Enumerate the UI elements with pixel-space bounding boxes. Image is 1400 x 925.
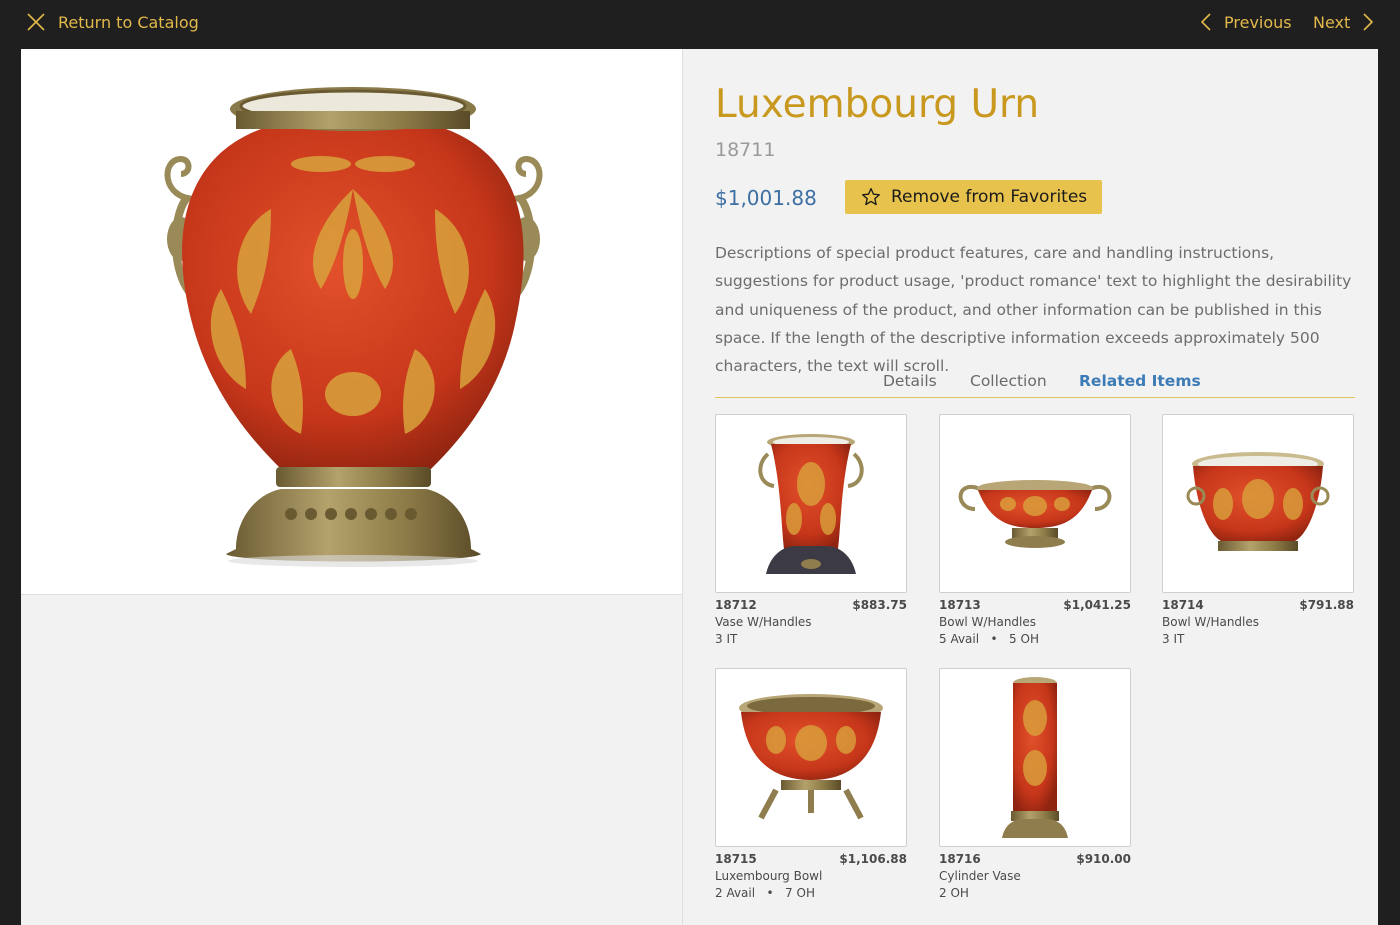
related-item-sku: 18714	[1162, 598, 1204, 612]
related-item-stock: 5 Avail • 5 OH	[939, 632, 1039, 646]
related-item-meta: 18713 $1,041.25 Bowl W/Handles 5 Avail •…	[939, 598, 1131, 650]
related-item-name: Vase W/Handles	[715, 615, 812, 629]
related-item-card[interactable]: 18714 $791.88 Bowl W/Handles 3 IT	[1162, 414, 1354, 650]
related-item-card[interactable]: 18713 $1,041.25 Bowl W/Handles 5 Avail •…	[939, 414, 1131, 650]
related-item-price: $791.88	[1299, 598, 1354, 612]
related-item-stock: 3 IT	[715, 632, 738, 646]
related-item-sku: 18716	[939, 852, 981, 866]
related-item-card[interactable]: 18716 $910.00 Cylinder Vase 2 OH	[939, 668, 1131, 904]
product-description: Descriptions of special product features…	[715, 244, 1352, 376]
tall-vase-image	[758, 433, 864, 574]
product-sku: 18711	[715, 139, 776, 161]
panel-divider	[682, 49, 683, 925]
chevron-left-icon	[1200, 13, 1211, 31]
related-item-price: $883.75	[852, 598, 907, 612]
favorite-button-label: Remove from Favorites	[891, 187, 1088, 207]
product-detail-panel: Luxembourg Urn 18711 $1,001.88 Remove fr…	[21, 49, 1378, 925]
related-item-name: Bowl W/Handles	[939, 615, 1037, 629]
related-item-image[interactable]	[715, 668, 907, 847]
product-image[interactable]	[21, 49, 683, 595]
product-title: Luxembourg Urn	[715, 82, 1040, 127]
product-tabs: Details Collection Related Items	[715, 369, 1355, 398]
chevron-right-icon	[1363, 13, 1374, 31]
related-item-image[interactable]	[715, 414, 907, 593]
related-item-meta: 18716 $910.00 Cylinder Vase 2 OH	[939, 852, 1131, 904]
related-item-image[interactable]	[939, 414, 1131, 593]
close-icon	[27, 13, 45, 31]
previous-button[interactable]: Previous	[1200, 12, 1292, 32]
related-item-card[interactable]: 18715 $1,106.88 Luxembourg Bowl 2 Avail …	[715, 668, 907, 904]
related-item-sku: 18713	[939, 598, 981, 612]
related-item-price: $910.00	[1076, 852, 1131, 866]
related-item-sku: 18715	[715, 852, 757, 866]
related-item-sku: 18712	[715, 598, 757, 612]
shallow-bowl-image	[958, 479, 1112, 548]
return-to-catalog-label: Return to Catalog	[58, 12, 199, 32]
footed-bowl-image	[739, 693, 883, 819]
related-item-stock: 2 OH	[939, 886, 969, 900]
cylinder-vase-image	[1002, 676, 1068, 838]
next-label: Next	[1313, 12, 1351, 32]
related-item-name: Cylinder Vase	[939, 869, 1021, 883]
related-item-image[interactable]	[939, 668, 1131, 847]
related-item-price: $1,041.25	[1063, 598, 1131, 612]
previous-label: Previous	[1224, 12, 1292, 32]
related-item-stock: 3 IT	[1162, 632, 1185, 646]
related-item-meta: 18715 $1,106.88 Luxembourg Bowl 2 Avail …	[715, 852, 907, 904]
related-item-name: Bowl W/Handles	[1162, 615, 1260, 629]
related-item-meta: 18712 $883.75 Vase W/Handles 3 IT	[715, 598, 907, 650]
related-item-name: Luxembourg Bowl	[715, 869, 823, 883]
related-item-price: $1,106.88	[839, 852, 907, 866]
tab-related-items[interactable]: Related Items	[1079, 372, 1201, 390]
star-outline-icon	[862, 188, 880, 206]
related-item-image[interactable]	[1162, 414, 1354, 593]
related-item-meta: 18714 $791.88 Bowl W/Handles 3 IT	[1162, 598, 1354, 650]
deep-bowl-image	[1186, 451, 1330, 551]
return-to-catalog-link[interactable]: Return to Catalog	[26, 12, 199, 32]
next-button[interactable]: Next	[1313, 12, 1374, 32]
remove-from-favorites-button[interactable]: Remove from Favorites	[845, 180, 1102, 214]
product-image-panel	[21, 49, 683, 595]
tab-details[interactable]: Details	[883, 372, 937, 390]
related-item-stock: 2 Avail • 7 OH	[715, 886, 815, 900]
top-bar: Return to Catalog Previous Next	[0, 0, 1400, 49]
product-price: $1,001.88	[715, 186, 817, 210]
related-item-card[interactable]: 18712 $883.75 Vase W/Handles 3 IT	[715, 414, 907, 650]
tab-collection[interactable]: Collection	[970, 372, 1047, 390]
